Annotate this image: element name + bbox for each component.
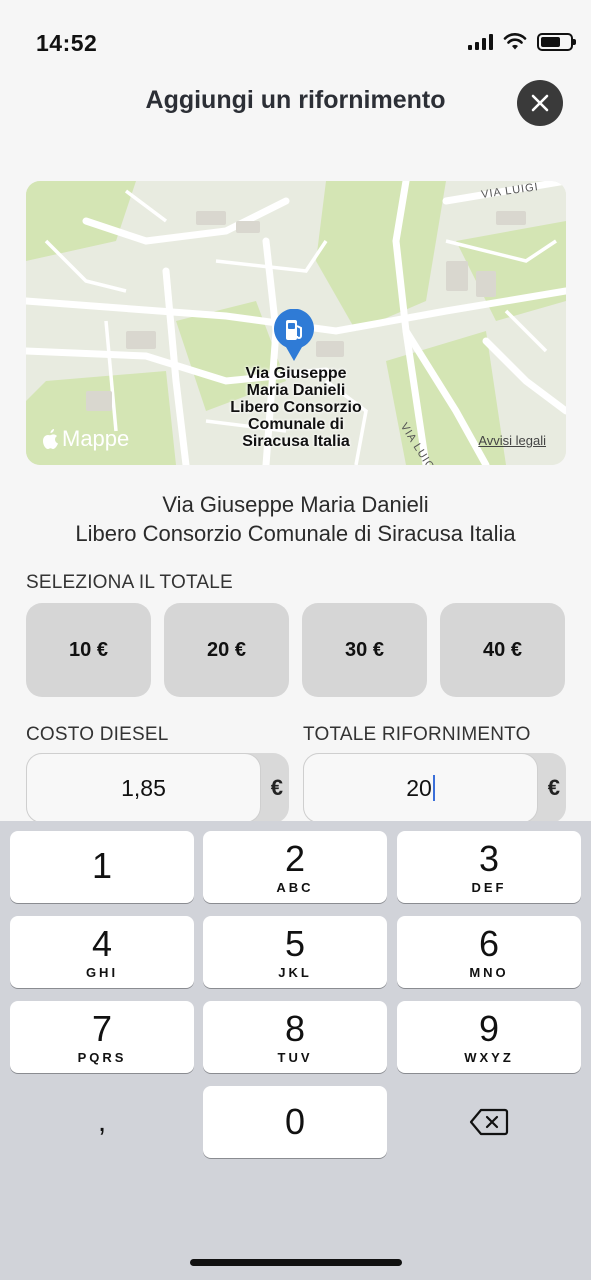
key-7[interactable]: 7 PQRS [10, 1001, 194, 1073]
total-option-30-button[interactable]: 30 € [302, 603, 427, 697]
diesel-cost-group: 1,85 € [26, 753, 289, 823]
diesel-cost-input[interactable]: 1,85 [26, 753, 261, 823]
page-title: Aggiungi un rifornimento [145, 86, 446, 114]
wifi-icon [503, 33, 527, 50]
key-delete[interactable] [397, 1086, 581, 1158]
diesel-currency-label: € [270, 775, 283, 800]
key-4[interactable]: 4 GHI [10, 916, 194, 988]
key-5[interactable]: 5 JKL [203, 916, 387, 988]
map-pin-label: Via Giuseppe Maria Danieli Libero Consor… [230, 365, 362, 450]
address-text: Via Giuseppe Maria Danieli Libero Consor… [0, 490, 591, 548]
diesel-cost-label: COSTO DIESEL [26, 724, 169, 745]
address-line-1: Via Giuseppe Maria Danieli [162, 492, 429, 517]
refuel-currency-label: € [547, 775, 560, 800]
maps-brand-text: Mappe [62, 426, 130, 451]
total-option-10-button[interactable]: 10 € [26, 603, 151, 697]
home-indicator[interactable] [190, 1259, 402, 1266]
text-caret [432, 775, 435, 801]
cellular-signal-icon [468, 34, 493, 50]
map-view[interactable]: VIA LUIGI VIA LUIGI DE Via Giuseppe Mari… [26, 181, 566, 465]
refuel-total-label: TOTALE RIFORNIMENTO [303, 724, 531, 745]
key-6[interactable]: 6 MNO [397, 916, 581, 988]
refuel-total-input[interactable]: 20 [303, 753, 538, 823]
status-bar: 14:52 [0, 0, 591, 80]
refuel-total-group: 20 € [303, 753, 566, 823]
total-option-20-button[interactable]: 20 € [164, 603, 289, 697]
status-icons [468, 33, 576, 51]
address-line-2: Libero Consorzio Comunale di Siracusa It… [75, 521, 516, 546]
key-8[interactable]: 8 TUV [203, 1001, 387, 1073]
status-time: 14:52 [36, 30, 98, 56]
key-2[interactable]: 2 ABC [203, 831, 387, 903]
battery-icon [537, 33, 576, 51]
select-total-label: SELEZIONA IL TOTALE [26, 572, 233, 593]
numeric-keyboard: 1 2 ABC 3 DEF 4 GHI 5 JKL 6 MNO 7 PQRS 8 TUV 9W… [0, 821, 591, 1280]
key-9[interactable]: 9 WXYZ [397, 1001, 581, 1073]
close-button[interactable] [517, 80, 563, 126]
fuel-station-pin-icon[interactable] [272, 309, 316, 363]
delete-backspace-icon [469, 1108, 509, 1136]
legal-link[interactable]: Avvisi legali [478, 433, 546, 448]
apple-logo-icon [43, 429, 58, 449]
key-0[interactable]: 0 [203, 1086, 387, 1158]
close-icon [531, 94, 549, 112]
key-3[interactable]: 3 DEF [397, 831, 581, 903]
maps-logo: Mappe [42, 426, 129, 452]
key-comma[interactable]: , [10, 1086, 194, 1158]
key-1[interactable]: 1 [10, 831, 194, 903]
total-option-40-button[interactable]: 40 € [440, 603, 565, 697]
